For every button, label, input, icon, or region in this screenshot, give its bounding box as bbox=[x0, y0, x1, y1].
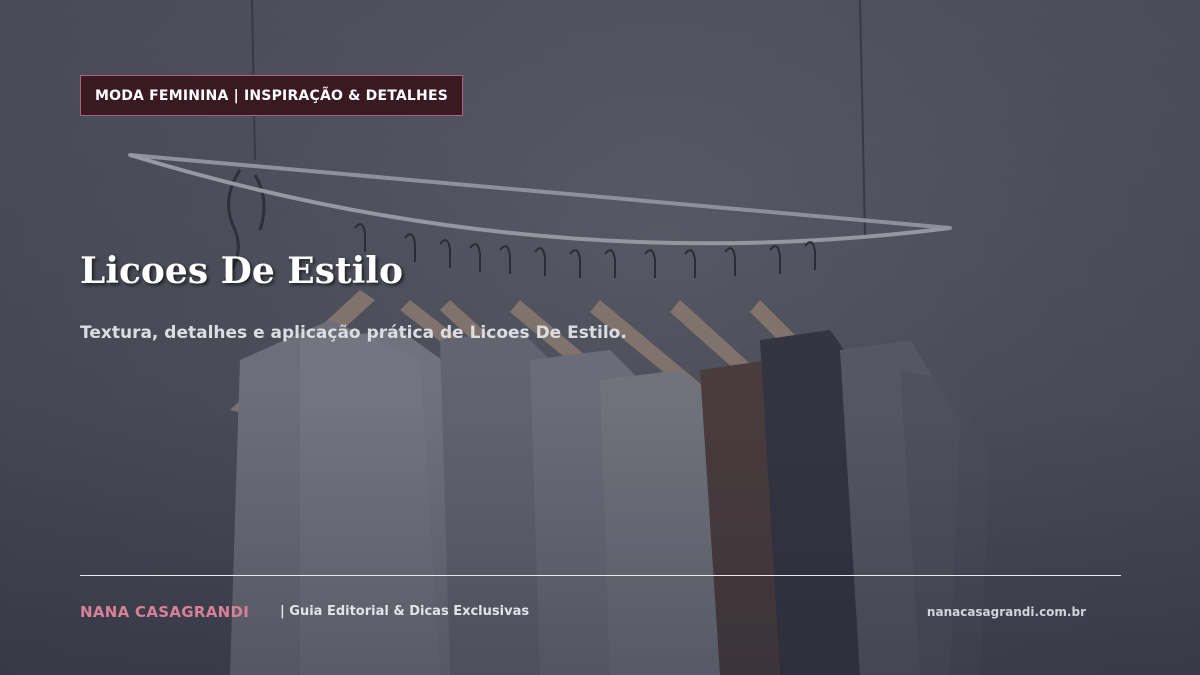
page-subtitle: Textura, detalhes e aplicação prática de… bbox=[80, 323, 627, 343]
brand-name: NANA CASAGRANDI bbox=[80, 603, 250, 621]
category-badge: MODA FEMININA | INSPIRAÇÃO & DETALHES bbox=[80, 75, 463, 116]
page-title: Licoes De Estilo bbox=[80, 250, 403, 292]
footer-divider bbox=[80, 575, 1121, 576]
site-url: nanacasagrandi.com.br bbox=[926, 605, 1086, 619]
footer-tagline: | Guia Editorial & Dicas Exclusivas bbox=[280, 604, 530, 619]
